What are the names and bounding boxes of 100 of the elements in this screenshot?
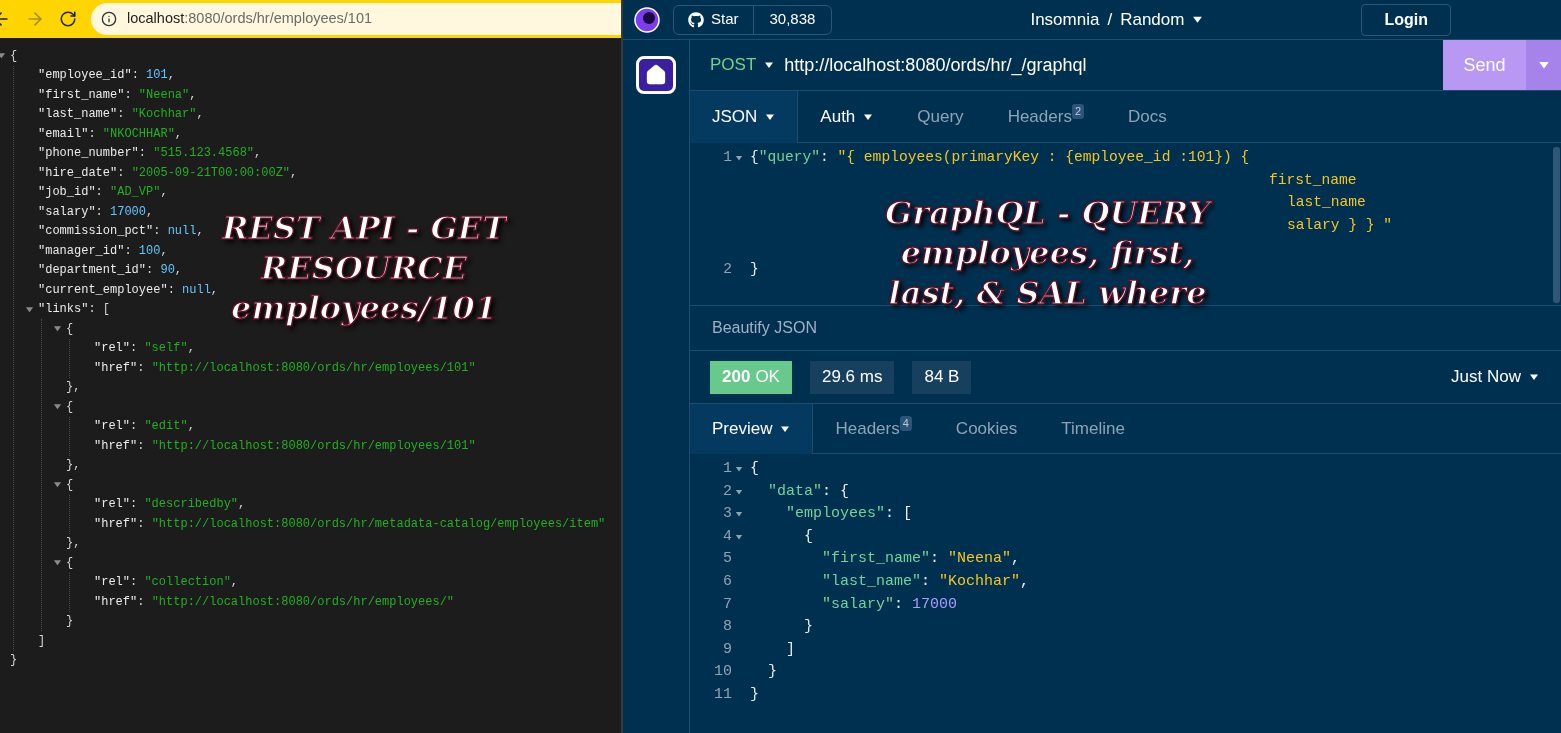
code-line: "rel": "edit", xyxy=(94,418,195,436)
response-time: 29.6 ms xyxy=(809,360,895,394)
code-line: } xyxy=(804,618,813,636)
code-line: { xyxy=(804,527,813,545)
address-bar[interactable]: localhost:8080/ords/hr/employees/101 xyxy=(91,3,621,35)
collapse-toggle-icon[interactable] xyxy=(0,51,6,61)
line-number: 7 xyxy=(723,594,732,615)
code-line: "href": "http://localhost:8080/ords/hr/employees/101" xyxy=(94,359,476,377)
code-line: { xyxy=(66,398,74,416)
tab[interactable]: Preview xyxy=(690,404,814,454)
code-line: }, xyxy=(66,457,81,475)
code-line: "employees": [ xyxy=(786,505,913,523)
fold-icon[interactable] xyxy=(735,465,743,474)
code-line: { xyxy=(66,476,74,494)
line-number: 2 xyxy=(723,260,732,280)
code-line: "href": "http://localhost:8080/ords/hr/metadata-catalog/employees/item" xyxy=(94,515,606,533)
code-line: "rel": "collection", xyxy=(94,574,239,592)
status-badge: 200 OK xyxy=(710,360,792,394)
method-dropdown[interactable]: POST xyxy=(690,40,785,90)
code-line: "last_name": "Kochhar", xyxy=(38,106,204,124)
code-line: { xyxy=(66,554,74,572)
code-line: "salary": 17000, xyxy=(38,203,154,221)
annotation-text: GraphQL - QUERY employees, first, last, & SAL where xyxy=(885,193,1211,313)
caret-icon[interactable] xyxy=(765,112,776,122)
code-line: "href": "http://localhost:8080/ords/hr/employees/101" xyxy=(94,437,476,455)
line-number: 9 xyxy=(723,639,732,660)
url-field[interactable]: http://localhost:8080/ords/hr/_/graphql xyxy=(784,40,1443,90)
code-line: "current_employee": null, xyxy=(38,281,219,299)
info-icon xyxy=(101,11,117,27)
scrollbar[interactable] xyxy=(1553,147,1560,303)
collapse-toggle-icon[interactable] xyxy=(53,480,62,490)
logo-icon[interactable] xyxy=(634,6,660,33)
response-size: 84 B xyxy=(912,360,972,394)
count-badge: 4 xyxy=(899,416,912,431)
code-line: "href": "http://localhost:8080/ords/hr/employees/" xyxy=(94,593,455,611)
fold-icon[interactable] xyxy=(735,510,743,519)
code-line: "salary": 17000 xyxy=(822,595,958,613)
code-line: "first_name": "Neena", xyxy=(38,86,197,104)
collapse-toggle-icon[interactable] xyxy=(53,324,62,334)
code-line: } xyxy=(10,652,18,670)
code-line: { xyxy=(66,320,74,338)
url-text: localhost:8080/ords/hr/employees/101 xyxy=(127,9,373,29)
caret-icon[interactable] xyxy=(1529,372,1539,382)
collapse-toggle-icon[interactable] xyxy=(25,304,34,314)
beautify-button[interactable]: Beautify JSON xyxy=(712,316,817,340)
count-badge: 2 xyxy=(1071,104,1084,119)
github-icon xyxy=(688,11,704,28)
code-line: "first_name": "Neena", xyxy=(822,550,1021,568)
code-line: "phone_number": "515.123.4568", xyxy=(38,145,262,163)
line-number: 11 xyxy=(714,685,732,705)
history-dropdown[interactable]: Just Now xyxy=(1451,364,1539,390)
star-count: 30,838 xyxy=(768,9,817,30)
code-line: "hire_date": "2005-09-21T00:00:00Z", xyxy=(38,164,298,182)
code-line: { xyxy=(10,47,18,65)
code-line: "email": "NKOCHHAR", xyxy=(38,125,183,143)
line-number: 2 xyxy=(723,481,732,502)
line-number: 1 xyxy=(723,459,732,480)
code-line: last_name xyxy=(1287,193,1366,213)
code-line: {"query": "{ employees(primaryKey : {employee_id :101}) { xyxy=(750,148,1250,168)
line-number: 4 xyxy=(723,526,732,547)
code-line: } xyxy=(750,686,759,703)
home-icon xyxy=(645,64,667,86)
fold-icon[interactable] xyxy=(735,533,743,542)
code-line: }, xyxy=(66,535,81,553)
tab[interactable]: JSON xyxy=(690,91,799,143)
line-number: 5 xyxy=(723,549,732,570)
fold-icon[interactable] xyxy=(735,487,743,496)
collapse-toggle-icon[interactable] xyxy=(53,558,62,568)
caret-icon[interactable] xyxy=(780,424,791,434)
code-line: first_name xyxy=(1269,170,1357,190)
fold-icon[interactable] xyxy=(735,154,743,163)
code-line: "manager_id": 100, xyxy=(38,242,168,260)
code-line: "job_id": "AD_VP", xyxy=(38,184,168,202)
project-menu[interactable]: Insomnia / Random xyxy=(1030,6,1204,33)
code-line: ] xyxy=(38,632,46,650)
code-line: } xyxy=(750,260,759,280)
caret-icon[interactable] xyxy=(1192,14,1204,25)
login-button[interactable]: Login xyxy=(1361,3,1451,36)
code-line: "commission_pct": null, xyxy=(38,223,204,241)
code-line: } xyxy=(768,663,777,681)
home-button[interactable] xyxy=(636,56,676,94)
line-number: 1 xyxy=(723,148,732,168)
code-line: ] xyxy=(786,640,795,658)
annotation-text: REST API - GET RESOURCE employees/101 xyxy=(222,208,506,328)
line-number: 3 xyxy=(723,504,732,525)
collapse-toggle-icon[interactable] xyxy=(53,402,62,412)
code-line: "department_id": 90, xyxy=(38,262,183,280)
line-number: 8 xyxy=(723,617,732,638)
code-line: "rel": "self", xyxy=(94,340,195,358)
code-line: "employee_id": 101, xyxy=(38,67,175,85)
caret-icon[interactable] xyxy=(764,60,775,70)
github-star-button[interactable]: Star 30,838 xyxy=(673,4,833,35)
star-label: Star xyxy=(711,9,739,30)
code-line: } xyxy=(66,613,74,631)
code-line: "data": { xyxy=(768,482,850,500)
code-line: "last_name": "Kochhar", xyxy=(822,573,1030,590)
line-number: 10 xyxy=(714,662,732,683)
reload-icon[interactable] xyxy=(59,10,77,28)
code-line: salary } } " xyxy=(1287,215,1393,235)
line-number: 6 xyxy=(723,572,732,592)
